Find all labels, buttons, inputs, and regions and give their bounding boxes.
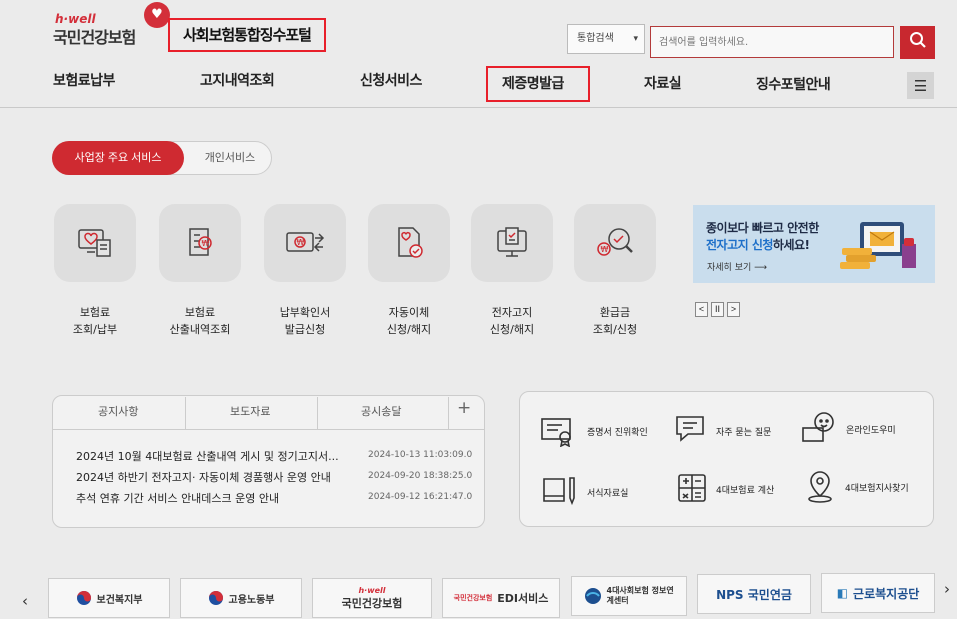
tab-press-releases[interactable]: 보도자료 — [230, 403, 270, 419]
service-label-premium-calculation: 보험료 산출내역조회 — [169, 306, 231, 336]
service-label-payment-certificate: 납부확인서 발급신청 — [279, 306, 331, 336]
nav-item-notice-inquiry[interactable]: 고지내역조회 — [200, 70, 275, 90]
banner-more-link[interactable]: 자세히 보기 ⟶ — [707, 260, 767, 273]
document-won-icon: ₩ — [189, 228, 212, 256]
chat-bubble-icon — [676, 416, 704, 442]
search-button[interactable] — [900, 26, 935, 59]
quick-links-panel — [519, 391, 934, 527]
tab-business-services[interactable]: 사업장 주요 서비스 — [52, 141, 184, 175]
banner-next-button[interactable]: > — [727, 302, 740, 317]
heart-logo-icon: ♥ — [144, 2, 170, 28]
footer-prev-arrow[interactable]: ‹ — [22, 592, 28, 610]
notice-item-title[interactable]: 2024년 10월 4대보험료 산출내역 게시 및 정기고지서... — [76, 448, 351, 464]
notice-tab-underline — [53, 429, 484, 430]
online-helper-icon — [802, 412, 834, 442]
nav-item-portal-guide[interactable]: 징수포털안내 — [756, 74, 831, 94]
search-icon — [909, 32, 926, 48]
svg-text:₩: ₩ — [297, 238, 305, 247]
envelope-illustration-icon — [838, 218, 922, 280]
certificate-icon — [541, 418, 571, 448]
location-pin-icon — [808, 471, 832, 503]
quick-link-online-helper[interactable] — [801, 410, 837, 448]
search-input[interactable] — [650, 26, 894, 58]
tab-notices[interactable]: 공지사항 — [98, 403, 138, 419]
quick-link-certificate-verify[interactable] — [540, 415, 576, 451]
portal-title[interactable]: 사회보험통합징수포털 — [168, 18, 326, 52]
tab-personal-services[interactable]: 개인서비스 — [190, 141, 270, 175]
calculator-icon — [678, 474, 706, 502]
footer-logo-nhis[interactable]: h·well 국민건강보험 — [312, 578, 432, 618]
monitor-heart-icon — [78, 229, 111, 257]
banner-headline-2: 전자고지 신청하세요! — [706, 238, 810, 252]
service-tile-e-notice[interactable] — [471, 204, 553, 282]
service-label-auto-transfer: 자동이체 신청/해지 — [386, 306, 432, 336]
footer-logo-4insure[interactable]: 4대사회보험 정보연계센터 — [571, 576, 687, 616]
service-tile-auto-transfer[interactable] — [368, 204, 450, 282]
banner-prev-button[interactable]: < — [695, 302, 708, 317]
notice-tab-divider — [185, 397, 186, 429]
notice-tab-divider — [317, 397, 318, 429]
nav-item-premium-payment[interactable]: 보험료납부 — [53, 70, 115, 90]
footer-logo-comwel[interactable]: ◧ 근로복지공단 — [821, 573, 935, 613]
banner-pause-button[interactable]: II — [711, 302, 724, 317]
nav-item-application-service[interactable]: 신청서비스 — [360, 70, 422, 90]
footer-logo-nps[interactable]: NPS 국민연금 — [697, 574, 811, 614]
search-scope-select[interactable]: 통합검색 ▾ — [567, 24, 645, 54]
arrow-right-icon: ⟶ — [754, 263, 768, 273]
quick-link-branch-finder[interactable] — [805, 470, 835, 508]
service-tile-refund[interactable]: ₩ — [574, 204, 656, 282]
footer-logo-moel[interactable]: 고용노동부 — [180, 578, 302, 618]
service-tile-premium-inquiry[interactable] — [54, 204, 136, 282]
nav-highlight-box — [486, 66, 590, 102]
hamburger-menu-button[interactable]: ☰ — [907, 72, 934, 99]
search-scope-value: 통합검색 — [577, 33, 614, 44]
hamburger-icon: ☰ — [913, 77, 928, 95]
quick-link-premium-calculator[interactable] — [676, 472, 708, 508]
quick-link-label: 4대보험료 계산 — [716, 486, 775, 496]
computer-notice-icon — [497, 227, 527, 257]
quick-link-label: 온라인도우미 — [846, 426, 896, 436]
quick-link-forms[interactable] — [541, 474, 579, 510]
document-check-icon — [398, 227, 423, 258]
banner-headline-1: 종이보다 빠르고 안전한 — [706, 221, 819, 235]
quick-link-label: 4대보험지사찾기 — [845, 484, 909, 494]
service-tile-payment-certificate[interactable]: ₩ — [264, 204, 346, 282]
footer-next-arrow[interactable]: › — [944, 580, 950, 598]
book-pen-icon — [543, 477, 575, 506]
comwel-mark-icon: ◧ — [836, 586, 849, 600]
quick-link-label: 증명서 진위확인 — [587, 428, 648, 438]
more-notices-button[interactable]: + — [457, 398, 471, 418]
notice-item-title[interactable]: 2024년 하반기 전자고지· 자동이체 경품행사 운영 안내 — [76, 469, 351, 485]
notice-item-date: 2024-10-13 11:03:09.0 — [368, 450, 473, 460]
quick-link-label: 서식자료실 — [587, 489, 629, 499]
logo-nhis[interactable]: 국민건강보험 — [53, 24, 136, 48]
quick-link-faq[interactable] — [674, 413, 708, 449]
magnifier-refund-icon: ₩ — [597, 228, 633, 256]
svg-text:₩: ₩ — [601, 245, 609, 254]
footer-logo-mohw[interactable]: 보건복지부 — [48, 578, 170, 618]
service-label-e-notice: 전자고지 신청/해지 — [489, 306, 535, 336]
notice-item-date: 2024-09-20 18:38:25.0 — [368, 471, 473, 481]
taegeuk-icon — [76, 591, 91, 605]
chevron-down-icon: ▾ — [633, 34, 638, 44]
footer-logo-edi[interactable]: 국민건강보험 EDI서비스 — [442, 578, 560, 618]
nav-item-resources[interactable]: 자료실 — [644, 73, 682, 93]
tab-public-service[interactable]: 공시송달 — [361, 403, 401, 419]
quick-link-label: 자주 묻는 질문 — [716, 428, 772, 438]
service-tile-premium-calculation[interactable]: ₩ — [159, 204, 241, 282]
service-label-refund: 환급금 조회/신청 — [592, 306, 638, 336]
bill-won-icon: ₩ — [286, 232, 325, 252]
nav-divider — [0, 107, 957, 108]
taegeuk-icon — [208, 591, 223, 605]
notice-item-date: 2024-09-12 16:21:47.0 — [368, 492, 473, 502]
service-label-premium-inquiry: 보험료 조회/납부 — [72, 306, 118, 336]
svg-text:₩: ₩ — [202, 239, 210, 248]
globe-logo-icon — [584, 588, 601, 604]
notice-item-title[interactable]: 추석 연휴 기간 서비스 안내데스크 운영 안내 — [76, 490, 351, 506]
notice-tab-divider — [448, 397, 449, 429]
